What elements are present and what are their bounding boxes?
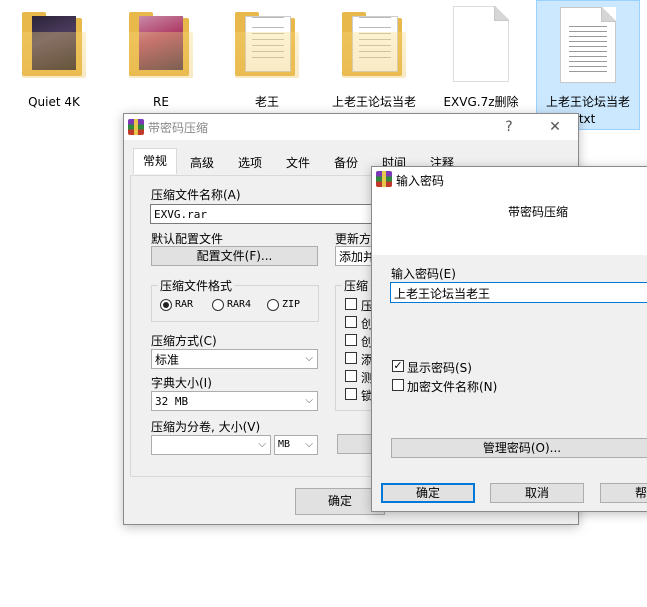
- close-button[interactable]: ✕: [532, 114, 578, 140]
- show-password-checkbox[interactable]: ✓: [392, 360, 404, 372]
- option-checkbox-1[interactable]: [345, 298, 357, 310]
- profile-button[interactable]: 配置文件(F)...: [151, 246, 318, 266]
- method-value: 标准: [155, 353, 180, 367]
- dialog-title: 输入密码: [396, 174, 445, 188]
- split-size-input[interactable]: ⌵: [151, 435, 271, 455]
- archive-name-field[interactable]: EXVG.rar: [150, 204, 380, 224]
- titlebar: 带密码压缩 ? ✕: [124, 114, 578, 140]
- winrar-icon: [128, 119, 144, 135]
- ok-button[interactable]: 确定: [381, 483, 475, 503]
- archive-name-label: 压缩文件名称(A): [151, 188, 241, 202]
- format-rar4-radio[interactable]: [212, 299, 224, 311]
- winrar-icon: [376, 171, 392, 187]
- format-rar4-label: RAR4: [227, 299, 252, 310]
- show-password-label: 显示密码(S): [407, 361, 472, 375]
- desktop-icon-quiet4k[interactable]: Quiet 4K: [6, 0, 102, 126]
- file-icon: [453, 6, 509, 82]
- folder-icon: [342, 12, 406, 78]
- format-zip-radio[interactable]: [267, 299, 279, 311]
- desktop-icon-label: 老王: [254, 95, 279, 109]
- text-file-icon: [560, 7, 616, 83]
- desktop-icon-laowang[interactable]: 老王: [219, 0, 315, 126]
- manage-passwords-button[interactable]: 管理密码(O)...: [391, 438, 647, 458]
- password-label: 输入密码(E): [391, 267, 456, 281]
- chevron-down-icon: ⌵: [258, 439, 266, 450]
- format-rar-radio[interactable]: [160, 299, 172, 311]
- split-unit-select[interactable]: MB ⌵: [274, 435, 318, 455]
- chevron-down-icon: ⌵: [305, 439, 313, 450]
- folder-icon: [235, 12, 299, 78]
- dictionary-select[interactable]: 32 MB ⌵: [151, 391, 318, 411]
- folder-icon: [129, 12, 193, 78]
- desktop-icon-re[interactable]: RE: [113, 0, 209, 126]
- password-input[interactable]: 上老王论坛当老王: [390, 282, 647, 303]
- option-checkbox-6[interactable]: [345, 388, 357, 400]
- split-unit-value: MB: [278, 439, 291, 450]
- tab-files[interactable]: 文件: [276, 150, 320, 174]
- dictionary-value: 32 MB: [155, 395, 189, 408]
- dialog-heading: 带密码压缩: [508, 205, 569, 219]
- desktop-icon-label: Quiet 4K: [28, 95, 80, 109]
- format-zip-label: ZIP: [282, 299, 301, 310]
- option-checkbox-5[interactable]: [345, 370, 357, 382]
- help-button[interactable]: ?: [486, 114, 532, 140]
- desktop-icon-exvg7z[interactable]: EXVG.7z删除: [433, 0, 529, 126]
- password-dialog: 输入密码 带密码压缩 输入密码(E) 上老王论坛当老王 ✓ 显示密码(S) 加密…: [371, 166, 647, 512]
- tab-options[interactable]: 选项: [228, 150, 272, 174]
- chevron-down-icon: ⌵: [305, 395, 313, 406]
- desktop-icon-label: 上老王论坛当老: [331, 95, 416, 109]
- desktop-icon-folder-laowang-forum[interactable]: 上老王论坛当老: [326, 0, 422, 126]
- desktop-icon-label: 上老王论坛当老: [545, 95, 630, 109]
- tab-advanced[interactable]: 高级: [180, 150, 224, 174]
- chevron-down-icon: ⌵: [305, 353, 313, 364]
- tab-general[interactable]: 常规: [133, 148, 177, 174]
- desktop-icon-txt[interactable]: 上老王论坛当老 王.txt: [536, 0, 640, 130]
- archive-format-title: 压缩文件格式: [158, 277, 235, 294]
- method-select[interactable]: 标准 ⌵: [151, 349, 318, 369]
- archive-options-title: 压缩: [342, 277, 371, 294]
- titlebar: 输入密码: [372, 167, 647, 191]
- option-checkbox-3[interactable]: [345, 334, 357, 346]
- header-panel: 带密码压缩: [372, 191, 647, 255]
- desktop-icon-label: EXVG.7z删除: [443, 95, 519, 109]
- tab-backup[interactable]: 备份: [324, 150, 368, 174]
- update-mode-label: 更新方: [335, 232, 372, 246]
- desktop-icon-label: RE: [153, 95, 169, 109]
- option-checkbox-4[interactable]: [345, 352, 357, 364]
- dictionary-label: 字典大小(I): [151, 376, 212, 390]
- profile-label: 默认配置文件: [151, 232, 224, 246]
- dialog-title: 带密码压缩: [148, 121, 209, 135]
- format-rar-label: RAR: [175, 299, 194, 310]
- folder-icon: [22, 12, 86, 78]
- option-checkbox-2[interactable]: [345, 316, 357, 328]
- split-volumes-label: 压缩为分卷, 大小(V): [151, 420, 261, 434]
- encrypt-filenames-label: 加密文件名称(N): [407, 380, 498, 394]
- method-label: 压缩方式(C): [151, 334, 217, 348]
- encrypt-filenames-checkbox[interactable]: [392, 379, 404, 391]
- cancel-button[interactable]: 取消: [490, 483, 584, 503]
- help-button[interactable]: 帮: [600, 483, 647, 503]
